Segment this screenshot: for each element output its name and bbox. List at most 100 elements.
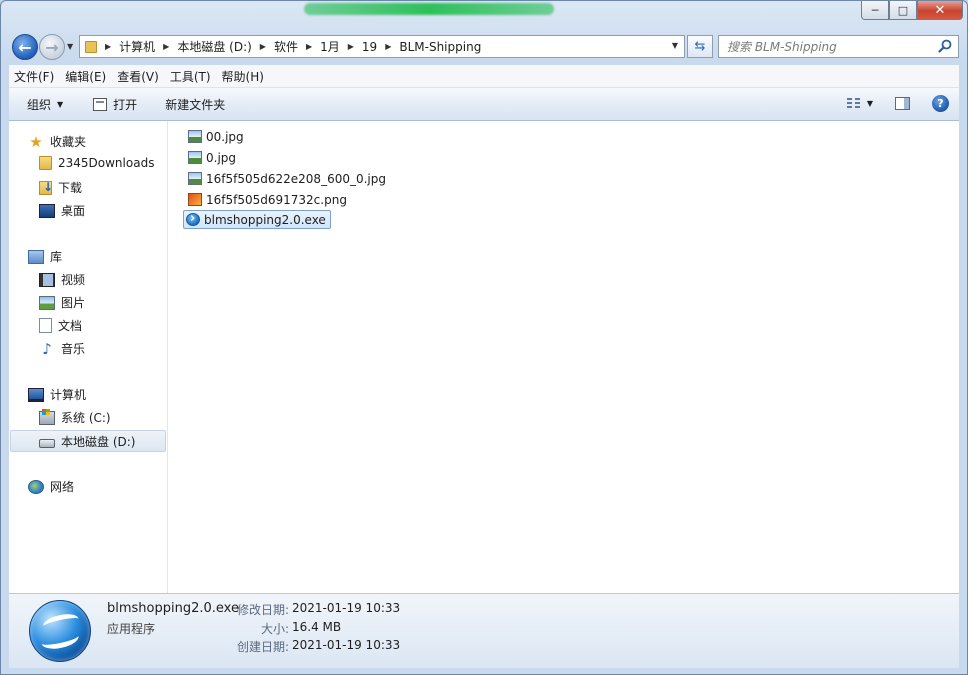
navigation-pane: ★ 收藏夹 2345Downloads 下载 桌面 库 视频 图片 — [9, 121, 168, 593]
chevron-right-icon[interactable]: ▶ — [385, 42, 391, 51]
address-history-dropdown[interactable]: ▼ — [672, 41, 678, 50]
nav-drive-d[interactable]: 本地磁盘 (D:) — [10, 430, 166, 452]
nav-favorites[interactable]: ★ 收藏夹 — [28, 133, 86, 150]
png-file-icon — [188, 193, 202, 206]
back-button[interactable]: ← — [12, 34, 38, 60]
details-modified-label: 修改日期: — [236, 603, 289, 617]
nav-videos[interactable]: 视频 — [39, 271, 85, 288]
chevron-right-icon[interactable]: ▶ — [306, 42, 312, 51]
arrow-left-icon: ← — [18, 37, 32, 57]
close-button[interactable]: ✕ — [917, 1, 963, 20]
chevron-down-icon: ▼ — [57, 99, 64, 109]
chevron-right-icon[interactable]: ▶ — [348, 42, 354, 51]
library-icon — [28, 249, 44, 264]
breadcrumb-drive-d[interactable]: 本地磁盘 (D:) — [177, 38, 251, 55]
forward-button[interactable]: → — [39, 34, 65, 60]
toolbar-right: ▼ ? — [846, 95, 949, 112]
folder-icon — [85, 40, 97, 53]
nav-downloads[interactable]: 下载 — [39, 179, 82, 196]
file-list: 00.jpg 0.jpg 16f5f505d622e208_600_0.jpg … — [168, 121, 959, 593]
menu-view[interactable]: 查看(V) — [112, 68, 164, 85]
nav-network[interactable]: 网络 — [28, 478, 74, 495]
open-button[interactable]: 打开 — [93, 96, 137, 113]
refresh-icon: ⇆ — [694, 39, 706, 54]
nav-documents[interactable]: 文档 — [39, 317, 82, 334]
chevron-right-icon[interactable]: ▶ — [163, 42, 169, 51]
breadcrumb-software[interactable]: 软件 — [274, 38, 298, 55]
nav-label: 库 — [50, 250, 63, 264]
new-folder-button[interactable]: 新建文件夹 — [165, 96, 225, 113]
arrow-right-icon: → — [45, 37, 59, 57]
nav-drive-c[interactable]: 系统 (C:) — [39, 408, 111, 426]
nav-desktop[interactable]: 桌面 — [39, 202, 85, 219]
video-icon — [39, 272, 55, 287]
image-file-icon — [188, 172, 202, 185]
nav-label: 2345Downloads — [58, 156, 155, 170]
details-pane: blmshopping2.0.exe 应用程序 修改日期: 2021-01-19… — [9, 593, 959, 668]
menu-file[interactable]: 文件(F) — [9, 68, 59, 85]
open-label: 打开 — [113, 97, 138, 112]
command-bar: 组织 ▼ 打开 新建文件夹 ▼ ? — [9, 88, 959, 121]
nav-music[interactable]: ♪ 音乐 — [39, 340, 85, 357]
preview-pane-icon[interactable] — [895, 97, 910, 110]
chevron-right-icon[interactable]: ▶ — [260, 42, 266, 51]
help-icon[interactable]: ? — [932, 95, 949, 112]
breadcrumb-computer[interactable]: 计算机 — [119, 38, 155, 55]
maximize-button[interactable]: □ — [889, 1, 917, 20]
file-name: 16f5f505d691732c.png — [206, 192, 347, 207]
file-item[interactable]: 00.jpg — [186, 127, 248, 146]
search-box[interactable] — [718, 35, 959, 58]
file-item[interactable]: 16f5f505d691732c.png — [186, 190, 351, 209]
file-item-selected[interactable]: blmshopping2.0.exe — [183, 210, 331, 229]
caption-buttons: ─ □ ✕ — [861, 1, 963, 20]
file-name: 0.jpg — [206, 150, 237, 165]
file-name: 00.jpg — [206, 129, 244, 144]
details-created-label: 创建日期: — [236, 640, 289, 654]
nav-libraries[interactable]: 库 — [28, 248, 62, 265]
breadcrumb-19[interactable]: 19 — [362, 40, 377, 54]
nav-computer[interactable]: 计算机 — [28, 386, 86, 403]
address-bar[interactable]: ▶ 计算机 ▶ 本地磁盘 (D:) ▶ 软件 ▶ 1月 ▶ 19 ▶ BLM-S… — [79, 35, 685, 58]
music-note-icon: ♪ — [42, 339, 52, 358]
system-drive-icon — [39, 408, 55, 425]
new-folder-label: 新建文件夹 — [165, 97, 226, 112]
details-size-value: 16.4 MB — [292, 620, 342, 634]
desktop-icon — [39, 203, 55, 218]
breadcrumb-january[interactable]: 1月 — [320, 38, 340, 55]
organize-button[interactable]: 组织 ▼ — [27, 96, 63, 113]
nav-pictures[interactable]: 图片 — [39, 294, 85, 311]
image-file-icon — [188, 151, 202, 164]
document-icon — [39, 318, 52, 333]
menu-tools[interactable]: 工具(T) — [165, 68, 216, 85]
network-icon — [28, 479, 44, 494]
search-input[interactable] — [727, 39, 937, 54]
breadcrumb-blm-shipping[interactable]: BLM-Shipping — [399, 40, 481, 54]
recent-pages-dropdown[interactable]: ▼ — [67, 42, 73, 51]
file-item[interactable]: 16f5f505d622e208_600_0.jpg — [186, 169, 390, 188]
details-file-type: 应用程序 — [107, 622, 156, 636]
menu-edit[interactable]: 编辑(E) — [60, 68, 111, 85]
nav-label: 网络 — [50, 480, 75, 494]
image-file-icon — [188, 130, 202, 143]
title-bar: ─ □ ✕ — [1, 1, 967, 29]
nav-label: 系统 (C:) — [61, 411, 111, 425]
details-created-value: 2021-01-19 10:33 — [292, 638, 401, 652]
computer-icon — [28, 387, 44, 402]
menu-help[interactable]: 帮助(H) — [217, 68, 269, 85]
file-name: blmshopping2.0.exe — [204, 212, 326, 227]
chevron-right-icon[interactable]: ▶ — [105, 42, 111, 51]
refresh-button[interactable]: ⇆ — [687, 35, 713, 58]
explorer-window: ─ □ ✕ ← → ▼ ▶ 计算机 ▶ 本地磁盘 (D:) ▶ 软件 ▶ 1月 … — [0, 0, 968, 675]
app-icon — [186, 211, 200, 226]
download-folder-icon — [39, 180, 53, 195]
search-icon[interactable] — [938, 39, 952, 53]
nav-label: 下载 — [58, 181, 83, 195]
nav-label: 图片 — [61, 296, 86, 310]
nav-2345downloads[interactable]: 2345Downloads — [39, 156, 154, 170]
hard-drive-icon — [39, 438, 55, 448]
nav-label: 文档 — [58, 319, 83, 333]
file-item[interactable]: 0.jpg — [186, 148, 240, 167]
minimize-button[interactable]: ─ — [861, 1, 889, 20]
change-view-icon[interactable] — [846, 97, 861, 110]
view-options-dropdown[interactable]: ▼ — [867, 99, 873, 108]
